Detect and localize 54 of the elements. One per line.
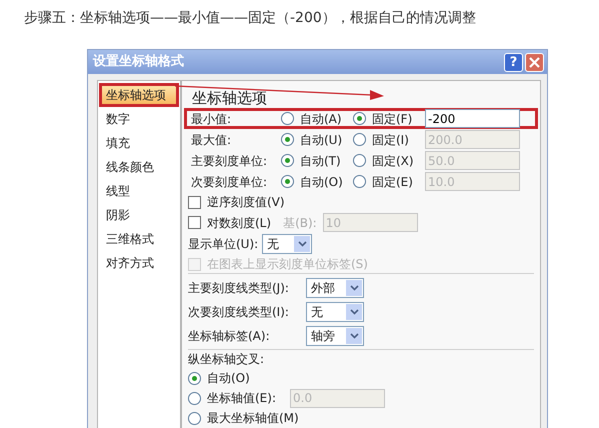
category-item[interactable]: 填充 xyxy=(99,131,179,155)
field-label: 坐标轴标签(A): xyxy=(188,328,271,344)
field-label: 次要刻度线类型(I): xyxy=(188,304,290,320)
step-heading: 步骤五：坐标轴选项——最小值——固定（-200），根据自己的情况调整 xyxy=(23,9,477,28)
field-label: 显示单位(U): xyxy=(188,236,258,253)
field-label: 次要刻度单位: xyxy=(191,174,268,190)
chevron-down-icon xyxy=(346,280,362,296)
window-title: 设置坐标轴格式 xyxy=(93,53,184,72)
checkbox-label: 在图表上显示刻度单位标签(S) xyxy=(207,256,368,273)
radio-label: 固定(E) xyxy=(372,174,413,190)
close-icon xyxy=(529,56,540,68)
radio-label: 最大坐标轴值(M) xyxy=(207,410,299,427)
radio-button[interactable] xyxy=(188,392,201,404)
radio-label: 自动(O) xyxy=(207,370,250,387)
group-label: 纵坐标轴交叉: xyxy=(188,351,266,368)
checkbox[interactable] xyxy=(188,196,201,208)
radio-button[interactable] xyxy=(188,412,201,424)
radio-label: 固定(I) xyxy=(372,132,409,148)
chevron-down-icon xyxy=(346,304,362,320)
field-label: 主要刻度线类型(J): xyxy=(188,280,290,296)
checkbox-label: 逆序刻度值(V) xyxy=(207,194,285,211)
checkbox-label: 对数刻度(L) xyxy=(207,214,272,232)
radio-button[interactable] xyxy=(188,372,201,384)
help-button[interactable]: ? xyxy=(504,52,523,72)
chevron-down-icon xyxy=(346,328,362,344)
radio-label: 固定(X) xyxy=(372,152,414,170)
category-item[interactable]: 坐标轴选项 xyxy=(99,83,179,107)
radio-label: 自动(T) xyxy=(300,152,341,170)
radio-label: 自动(A) xyxy=(300,110,342,128)
checkbox[interactable] xyxy=(188,216,201,229)
chevron-down-icon xyxy=(294,236,310,252)
radio-button[interactable] xyxy=(353,112,366,125)
input-field[interactable]: -200 xyxy=(425,109,520,128)
radio-label: 自动(O) xyxy=(300,174,343,190)
close-button[interactable] xyxy=(525,52,544,72)
radio-label: 固定(F) xyxy=(372,110,412,128)
radio-label: 自动(U) xyxy=(300,132,342,148)
field-label: 基(B): xyxy=(283,214,317,232)
radio-button[interactable] xyxy=(281,112,294,125)
field-label: 最大值: xyxy=(191,132,232,148)
category-item[interactable]: 数字 xyxy=(99,107,179,131)
dropdown[interactable]: 外部 xyxy=(306,278,364,298)
field-label: 最小值: xyxy=(191,110,232,128)
category-item[interactable]: 线型 xyxy=(99,179,179,203)
radio-label: 坐标轴值(E): xyxy=(207,390,276,407)
category-item[interactable]: 三维格式 xyxy=(99,227,179,251)
field-label: 主要刻度单位: xyxy=(191,152,268,170)
category-item[interactable]: 线条颜色 xyxy=(99,155,179,179)
dropdown[interactable]: 无 xyxy=(262,234,312,254)
dropdown[interactable]: 无 xyxy=(306,302,364,322)
category-item[interactable]: 对齐方式 xyxy=(99,251,179,275)
category-item[interactable]: 阴影 xyxy=(99,203,179,227)
dropdown[interactable]: 轴旁 xyxy=(306,326,364,346)
section-title: 坐标轴选项 xyxy=(192,88,267,108)
